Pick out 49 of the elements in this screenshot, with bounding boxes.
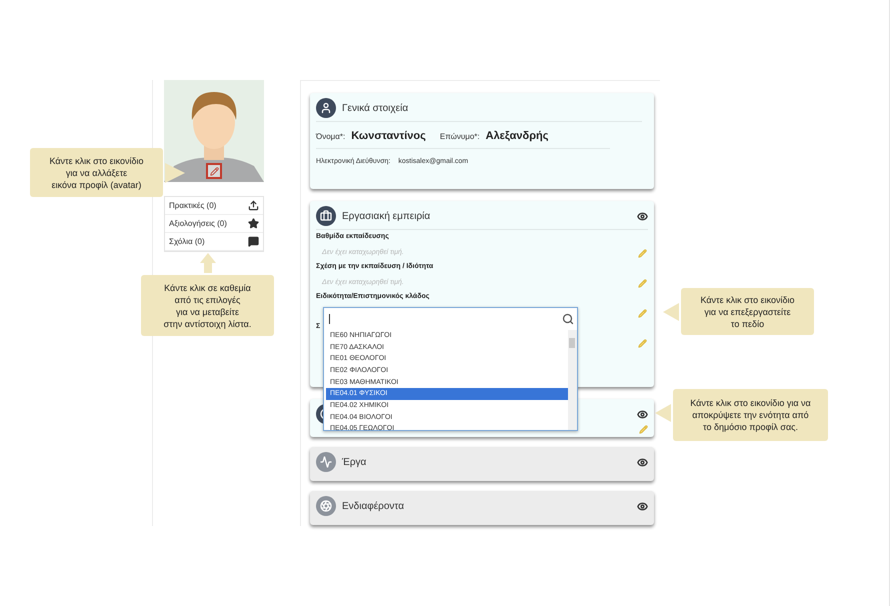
section-title: Ενδιαφέροντα [342,500,406,514]
pencil-icon[interactable] [638,309,647,318]
tooltip-text: στην αντίστοιχη λίστα. [164,318,252,330]
eye-icon[interactable] [637,408,648,420]
tooltip-text: Κάντε κλικ σε καθεμία [164,282,251,294]
comment-icon [248,236,259,247]
section-title: Έργα [342,456,368,470]
callout-arrow [655,404,671,422]
tooltip-text: για να μεταβείτε [176,306,239,318]
pencil-icon[interactable] [638,279,647,288]
eye-icon[interactable] [637,456,648,468]
pulse-icon [316,452,336,472]
tooltip-text: για να αλλάξετε [66,166,128,178]
upload-icon [248,200,259,211]
profile-menu-item[interactable]: Πρακτικές (0) [165,197,263,215]
search-icon [562,313,574,325]
scrollbar[interactable] [568,330,577,430]
field-label: Όνομα*: [316,131,346,143]
search-field[interactable] [327,311,574,327]
tooltip-text: Κάντε κλικ στο εικονίδιο [700,294,795,306]
callout-arrow [663,303,679,321]
tooltip-text: για να επεξεργαστείτε [704,306,791,318]
pencil-icon [210,166,218,176]
tooltip-text: το δημόσιο προφίλ σας. [703,421,798,433]
tooltip-text: το πεδίο [730,318,764,330]
tooltip-text: Κάντε κλικ στο εικονίδιο για να [690,397,811,409]
tooltip-text: από τις επιλογές [174,294,240,306]
callout-arrow [200,253,216,273]
tooltip-text: αποκρύψετε την ενότητα από [692,409,809,421]
eye-icon[interactable] [637,500,648,512]
pencil-icon[interactable] [638,249,647,258]
tooltip-text: εικόνα προφίλ (avatar) [52,178,142,190]
user-icon [316,98,336,118]
section-title: Εργασιακή εμπειρία [342,210,432,224]
pencil-icon[interactable] [638,339,647,348]
field-label: Επώνυμο*: [440,131,480,143]
first-name: Κωνσταντίνος [351,129,426,144]
last-name: Αλεξανδρής [486,129,548,144]
eye-icon[interactable] [637,210,648,222]
edit-avatar-button[interactable] [206,163,222,179]
aperture-icon [316,496,336,516]
briefcase-icon [316,206,336,226]
section-title: Γενικά στοιχεία [342,102,410,116]
callout-arrow [165,163,185,183]
tooltip-text: Κάντε κλικ στο εικονίδιο [49,154,144,166]
profile-menu-item[interactable]: Σχόλια (0) [165,233,263,251]
star-icon [248,218,259,229]
profile-menu-item[interactable]: Αξιολογήσεις (0) [165,215,263,233]
pencil-icon[interactable] [639,425,648,434]
